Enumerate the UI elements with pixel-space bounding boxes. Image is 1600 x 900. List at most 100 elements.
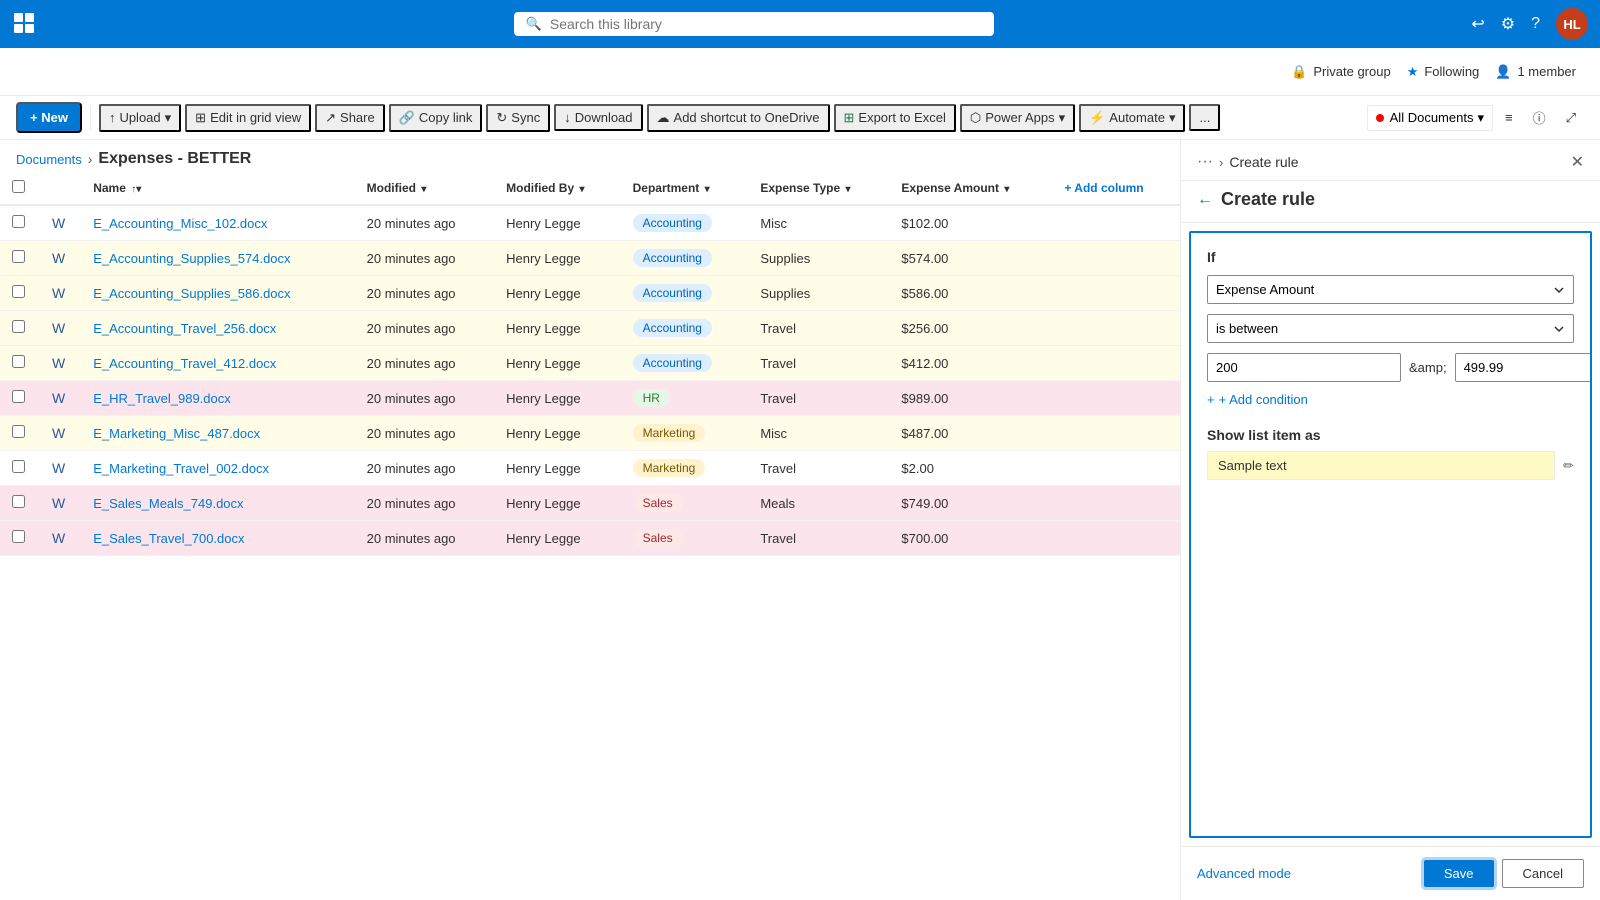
row-name[interactable]: E_Sales_Travel_700.docx	[81, 521, 354, 556]
automate-button[interactable]: ⚡ Automate ▾	[1079, 104, 1185, 132]
export-excel-button[interactable]: ⊞ Export to Excel	[834, 104, 956, 132]
header-add-column[interactable]: + Add column	[1052, 172, 1180, 205]
row-department: Accounting	[621, 311, 749, 346]
row-select[interactable]	[12, 495, 25, 508]
add-shortcut-button[interactable]: ☁ Add shortcut to OneDrive	[647, 104, 830, 132]
row-name[interactable]: E_Accounting_Supplies_574.docx	[81, 241, 354, 276]
row-checkbox[interactable]	[0, 241, 40, 276]
row-department: Sales	[621, 486, 749, 521]
header-name[interactable]: Name ↑▾	[81, 172, 354, 205]
row-checkbox[interactable]	[0, 381, 40, 416]
row-checkbox[interactable]	[0, 276, 40, 311]
row-name[interactable]: E_Sales_Meals_749.docx	[81, 486, 354, 521]
header-modified[interactable]: Modified ▾	[355, 172, 494, 205]
file-name-link[interactable]: E_Accounting_Travel_256.docx	[93, 321, 276, 336]
download-button[interactable]: ↓ Download	[554, 104, 642, 131]
upload-button[interactable]: ↑ Upload ▾	[99, 104, 181, 132]
file-name-link[interactable]: E_Accounting_Travel_412.docx	[93, 356, 276, 371]
file-name-link[interactable]: E_Accounting_Supplies_586.docx	[93, 286, 290, 301]
row-checkbox[interactable]	[0, 416, 40, 451]
row-select[interactable]	[12, 215, 25, 228]
export-label: Export to Excel	[858, 110, 945, 125]
condition-field-select[interactable]: Expense AmountDepartmentExpense TypeName	[1207, 275, 1574, 304]
header-department[interactable]: Department ▾	[621, 172, 749, 205]
condition-operator-select[interactable]: is betweenis equal tois not equal tois g…	[1207, 314, 1574, 343]
search-input[interactable]	[550, 16, 982, 32]
filter-button[interactable]: ≡	[1497, 106, 1521, 129]
row-checkbox[interactable]	[0, 451, 40, 486]
file-name-link[interactable]: E_Marketing_Travel_002.docx	[93, 461, 269, 476]
edit-style-icon[interactable]: ✏	[1563, 458, 1574, 474]
sync-button[interactable]: ↻ Sync	[486, 104, 550, 132]
file-name-link[interactable]: E_HR_Travel_989.docx	[93, 391, 231, 406]
panel-nav-dots[interactable]: ···	[1197, 153, 1213, 171]
row-modified: 20 minutes ago	[355, 205, 494, 241]
info-button[interactable]: ⓘ	[1525, 104, 1554, 131]
row-modified-by: Henry Legge	[494, 381, 620, 416]
more-button[interactable]: ...	[1189, 104, 1220, 131]
row-select[interactable]	[12, 250, 25, 263]
row-select[interactable]	[12, 285, 25, 298]
row-name[interactable]: E_Accounting_Travel_256.docx	[81, 311, 354, 346]
row-checkbox[interactable]	[0, 346, 40, 381]
row-expense-type: Travel	[748, 311, 889, 346]
all-documents-button[interactable]: All Documents ▾	[1367, 105, 1493, 131]
help-icon[interactable]: ?	[1531, 15, 1540, 33]
following-item[interactable]: ★ Following	[1407, 64, 1480, 80]
file-name-link[interactable]: E_Sales_Travel_700.docx	[93, 531, 244, 546]
row-name[interactable]: E_Accounting_Travel_412.docx	[81, 346, 354, 381]
row-modified-by: Henry Legge	[494, 346, 620, 381]
settings-icon[interactable]: ⚙	[1501, 14, 1515, 34]
row-checkbox[interactable]	[0, 521, 40, 556]
search-box[interactable]: 🔍	[514, 12, 994, 36]
row-select[interactable]	[12, 320, 25, 333]
select-all-checkbox[interactable]	[12, 180, 25, 193]
value-from-input[interactable]	[1207, 353, 1401, 382]
copy-link-button[interactable]: 🔗 Copy link	[389, 104, 483, 132]
row-select[interactable]	[12, 460, 25, 473]
all-docs-chevron: ▾	[1477, 110, 1484, 126]
row-name[interactable]: E_Accounting_Supplies_586.docx	[81, 276, 354, 311]
breadcrumb-parent[interactable]: Documents	[16, 152, 82, 167]
row-checkbox[interactable]	[0, 311, 40, 346]
cancel-button[interactable]: Cancel	[1502, 859, 1584, 888]
row-checkbox[interactable]	[0, 486, 40, 521]
word-icon: W	[52, 250, 65, 266]
file-name-link[interactable]: E_Accounting_Supplies_574.docx	[93, 251, 290, 266]
header-modified-by[interactable]: Modified By ▾	[494, 172, 620, 205]
department-badge: HR	[633, 389, 670, 407]
row-checkbox[interactable]	[0, 205, 40, 241]
header-expense-amount[interactable]: Expense Amount ▾	[889, 172, 1052, 205]
row-name[interactable]: E_Marketing_Travel_002.docx	[81, 451, 354, 486]
row-name[interactable]: E_HR_Travel_989.docx	[81, 381, 354, 416]
fullscreen-button[interactable]: ⤢	[1558, 106, 1584, 130]
new-button[interactable]: + New	[16, 102, 82, 133]
header-checkbox[interactable]	[0, 172, 40, 205]
row-select[interactable]	[12, 530, 25, 543]
row-select[interactable]	[12, 355, 25, 368]
back-button[interactable]: ←	[1197, 191, 1213, 209]
avatar[interactable]: HL	[1556, 8, 1588, 40]
close-icon[interactable]: ✕	[1571, 152, 1584, 172]
share-button[interactable]: ↗ Share	[315, 104, 385, 132]
row-department: Marketing	[621, 451, 749, 486]
word-icon: W	[52, 495, 65, 511]
value-to-input[interactable]	[1455, 353, 1592, 382]
edit-grid-button[interactable]: ⊞ Edit in grid view	[185, 104, 311, 132]
header-expense-type[interactable]: Expense Type ▾	[748, 172, 889, 205]
notification-icon[interactable]: ↩	[1471, 14, 1484, 34]
power-apps-button[interactable]: ⬡ Power Apps ▾	[960, 104, 1075, 132]
add-condition-button[interactable]: + + Add condition	[1207, 392, 1574, 407]
row-select[interactable]	[12, 425, 25, 438]
department-badge: Sales	[633, 494, 683, 512]
file-name-link[interactable]: E_Marketing_Misc_487.docx	[93, 426, 260, 441]
upload-chevron: ▾	[165, 110, 172, 126]
row-name[interactable]: E_Marketing_Misc_487.docx	[81, 416, 354, 451]
file-name-link[interactable]: E_Accounting_Misc_102.docx	[93, 216, 267, 231]
advanced-mode-link[interactable]: Advanced mode	[1197, 866, 1291, 881]
row-select[interactable]	[12, 390, 25, 403]
save-button[interactable]: Save	[1424, 860, 1494, 887]
row-name[interactable]: E_Accounting_Misc_102.docx	[81, 205, 354, 241]
row-expense-amount: $574.00	[889, 241, 1052, 276]
file-name-link[interactable]: E_Sales_Meals_749.docx	[93, 496, 243, 511]
